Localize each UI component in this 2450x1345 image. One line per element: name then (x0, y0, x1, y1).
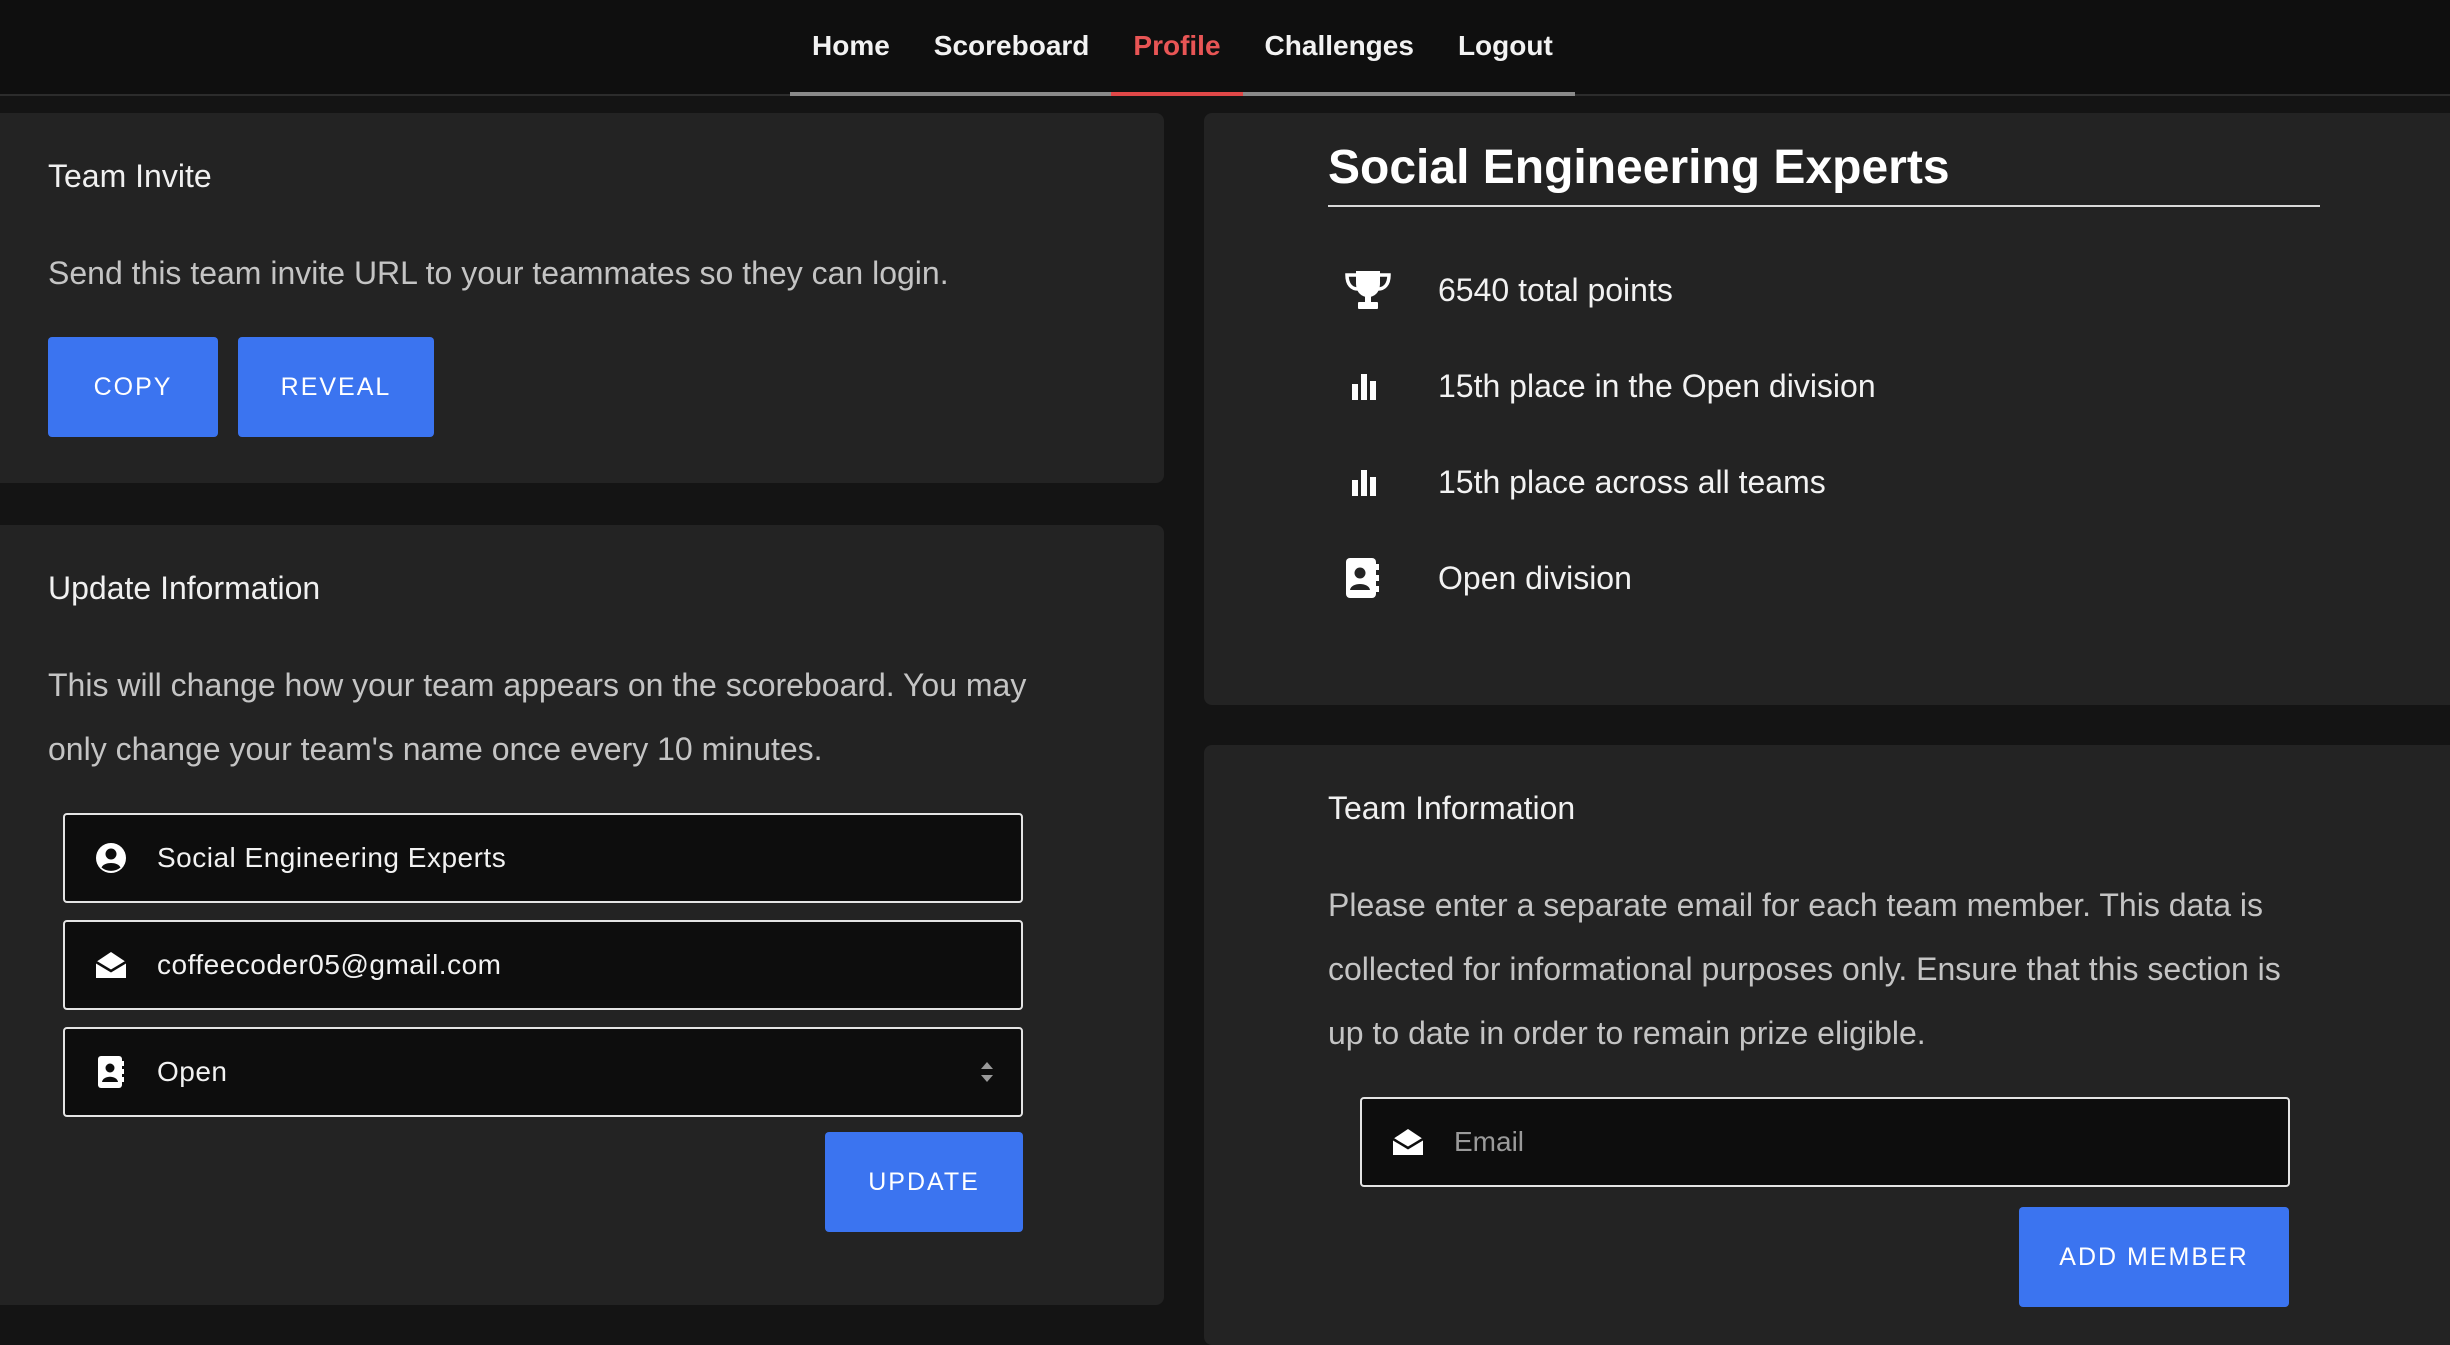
team-information-description-line1: Please enter a separate email for each t… (1328, 887, 2263, 923)
team-information-title: Team Information (1328, 790, 1576, 826)
main-nav: Home Scoreboard Profile Challenges Logou… (790, 0, 1575, 96)
update-information-description-line2: only change your team's name once every … (48, 731, 823, 767)
stat-division-place-text: 15th place in the Open division (1438, 367, 1876, 404)
select-arrows-icon (979, 1059, 995, 1090)
bar-chart-icon (1328, 370, 1438, 402)
team-name-value: Social Engineering Experts (157, 842, 507, 873)
add-member-button[interactable]: ADD MEMBER (2019, 1207, 2289, 1307)
team-information-description-line2: collected for informational purposes onl… (1328, 951, 2281, 987)
stat-division-text: Open division (1438, 559, 1632, 596)
member-email-input[interactable] (1454, 1126, 2288, 1158)
division-select[interactable]: Open (63, 1027, 1023, 1117)
team-information-card: Team Information Please enter a separate… (1204, 745, 2450, 1345)
stat-division: Open division (1328, 548, 1632, 608)
contact-book-icon (1328, 557, 1438, 599)
stat-overall-place-text: 15th place across all teams (1438, 463, 1826, 500)
nav-home[interactable]: Home (790, 0, 912, 96)
bar-chart-icon (1328, 466, 1438, 498)
update-information-description-line1: This will change how your team appears o… (48, 667, 1027, 703)
user-circle-icon (65, 842, 157, 874)
team-invite-card: Team Invite Send this team invite URL to… (0, 113, 1164, 483)
nav-challenges[interactable]: Challenges (1242, 0, 1436, 96)
nav-profile[interactable]: Profile (1111, 0, 1243, 96)
top-navbar: Home Scoreboard Profile Challenges Logou… (0, 0, 2450, 96)
nav-logout[interactable]: Logout (1435, 0, 1575, 96)
trophy-icon (1328, 269, 1438, 311)
stat-overall-place: 15th place across all teams (1328, 452, 1826, 512)
member-email-field[interactable] (1360, 1097, 2290, 1187)
division-value: Open (157, 1056, 228, 1087)
update-button[interactable]: UPDATE (825, 1132, 1023, 1232)
email-value: coffeecoder05@gmail.com (157, 949, 502, 980)
update-information-title: Update Information (48, 570, 321, 606)
team-name-field[interactable]: Social Engineering Experts (63, 813, 1023, 903)
contact-book-icon (65, 1055, 157, 1089)
stat-total-points-text: 6540 total points (1438, 271, 1673, 308)
update-information-card: Update Information This will change how … (0, 525, 1164, 1305)
email-field[interactable]: coffeecoder05@gmail.com (63, 920, 1023, 1010)
stat-total-points: 6540 total points (1328, 260, 1673, 320)
envelope-open-icon (65, 950, 157, 980)
team-invite-title: Team Invite (48, 158, 212, 194)
team-information-description-line3: up to date in order to remain prize elig… (1328, 1015, 1926, 1051)
envelope-open-icon (1362, 1127, 1454, 1157)
copy-button[interactable]: COPY (48, 337, 218, 437)
stat-division-place: 15th place in the Open division (1328, 356, 1876, 416)
team-name-heading: Social Engineering Experts (1328, 140, 2320, 207)
team-invite-description: Send this team invite URL to your teamma… (48, 255, 949, 291)
nav-scoreboard[interactable]: Scoreboard (911, 0, 1112, 96)
reveal-button[interactable]: REVEAL (238, 337, 434, 437)
